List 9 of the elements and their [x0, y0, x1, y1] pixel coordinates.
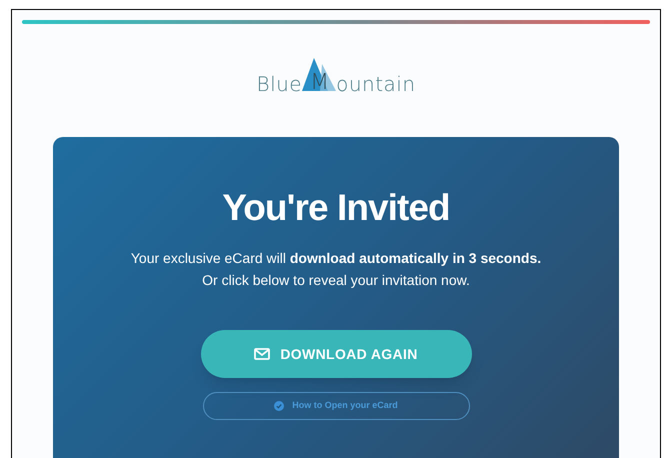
check-circle-icon — [274, 401, 284, 411]
message-text: Your exclusive eCard will download automatically in 3 seconds. — [130, 250, 542, 267]
message-text: Or click below to reveal your invitation now. — [202, 272, 470, 289]
logo-text: ountain — [336, 74, 416, 94]
logo-text: Blue — [256, 74, 302, 94]
mail-icon — [254, 348, 270, 360]
download-button[interactable]: DOWNLOAD AGAIN — [200, 330, 472, 378]
card-title: You're Invited — [222, 189, 450, 226]
help-button[interactable]: How to Open your eCard — [202, 392, 470, 420]
